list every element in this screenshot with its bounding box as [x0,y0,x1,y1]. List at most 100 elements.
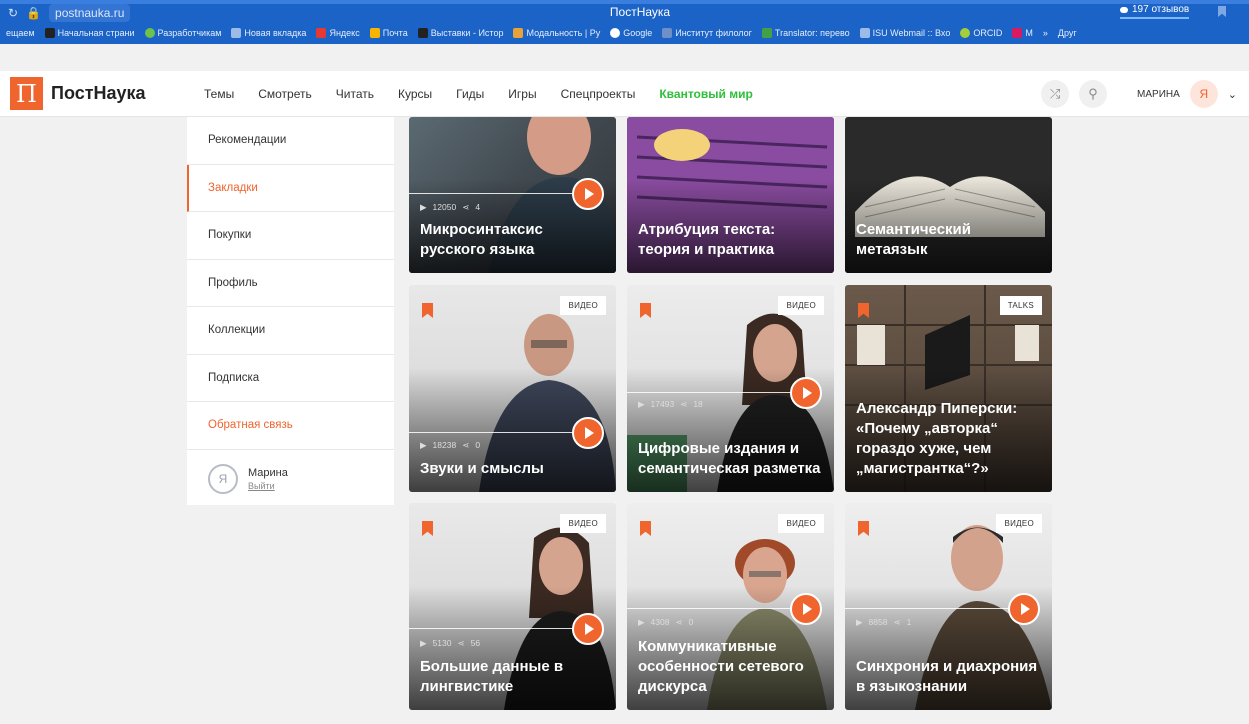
menu-item-purchases[interactable]: Покупки [187,212,394,260]
card-title: Большие данные в лингвистике [420,658,564,695]
bookmark-item[interactable]: Выставки - Истор [417,28,503,38]
window-title: ПостНаука [609,5,671,19]
card-synchrony[interactable]: ВИДЕО ▶ 8858 ⋖ 1 Синхрония и диахрония в… [845,503,1052,710]
lock-icon: 🔒 [26,6,42,20]
card-stats: ▶ 17493 ⋖ 18 [638,399,703,410]
bookmark-item[interactable]: Почта [369,28,408,38]
menu-item-recommendations[interactable]: Рекомендации [187,117,394,165]
browser-titlebar: ↻ 🔒 postnauka.ru ПостНаука 197 отзывов е… [0,0,1249,44]
nav-item-specprojects[interactable]: Спецпроекты [561,87,636,101]
bookmark-item[interactable]: M [1012,28,1033,38]
view-count: 8858 [868,617,888,627]
reviews-button[interactable]: 197 отзывов [1120,4,1190,19]
bookmark-item[interactable]: Новая вкладка [231,28,306,38]
nav-item-courses[interactable]: Курсы [398,87,432,101]
menu-item-subscription[interactable]: Подписка [187,355,394,402]
nav-item-games[interactable]: Игры [508,87,536,101]
share-count: 1 [906,617,912,627]
format-badge: ВИДЕО [996,514,1042,533]
play-button[interactable] [790,593,822,625]
address-bar[interactable]: ↻ 🔒 postnauka.ru [8,2,131,24]
progress-line [409,193,588,194]
card-sounds-meanings[interactable]: ВИДЕО ▶ 18238 ⋖ 0 Звуки и смыслы [409,285,616,492]
google-icon [610,28,621,38]
nav-item-quantum[interactable]: Квантовый мир [659,87,752,101]
play-button[interactable] [790,377,822,409]
progress-line [627,608,806,609]
view-count: 18238 [432,440,457,450]
chevron-down-icon[interactable]: ⌄ [1228,88,1237,101]
card-attribution[interactable]: Атрибуция текста: теория и практика [627,117,834,273]
bookmark-page-icon[interactable] [1218,6,1226,17]
share-count: 18 [693,399,703,409]
header-user-name[interactable]: МАРИНА [1137,89,1180,100]
card-big-data[interactable]: ВИДЕО ▶ 5130 ⋖ 56 Большие данные в лингв… [409,503,616,710]
reviews-label: 197 отзывов [1132,4,1190,15]
share-count: 4 [475,202,481,212]
nav-item-watch[interactable]: Смотреть [258,87,312,101]
yandex-icon [316,28,327,38]
progress-line [845,608,1024,609]
card-digital-editions[interactable]: ВИДЕО ▶ 17493 ⋖ 18 Цифровые издания и се… [627,285,834,492]
main-nav: Темы Смотреть Читать Курсы Гиды Игры Спе… [204,71,753,117]
format-badge: ВИДЕО [560,296,606,315]
card-stats: ▶ 18238 ⋖ 0 [420,440,480,451]
bookmark-item[interactable]: Начальная страни [44,28,135,38]
card-stats: ▶ 5130 ⋖ 56 [420,638,480,649]
card-stats: ▶ 12050 ⋖ 4 [420,202,480,213]
share-count: 56 [470,638,481,648]
m-site-icon [44,28,55,38]
format-badge: ВИДЕО [778,296,824,315]
view-count: 17493 [650,399,675,409]
card-title: Цифровые издания и семантическая разметк… [638,440,821,477]
mail-icon [369,28,380,38]
bookmarks-bar: ещаем Начальная страни Разработчикам Нов… [0,22,1249,44]
shuffle-icon[interactable]: ⤮ [1041,80,1070,108]
bookmark-item[interactable]: ISU Webmail :: Вхо [859,28,950,38]
card-piperski-talk[interactable]: TALKS Александр Пиперски: «Почему „автор… [845,285,1052,492]
play-button[interactable] [1008,593,1040,625]
play-button[interactable] [572,613,604,645]
bookmark-item[interactable]: Модальность | Ру [513,28,600,38]
play-count-icon: ▶ [420,202,427,212]
menu-user-name: Марина [248,466,288,479]
play-count-icon: ▶ [856,617,863,627]
card-network-discourse[interactable]: ВИДЕО ▶ 4308 ⋖ 0 Коммуникативные особенн… [627,503,834,710]
play-button[interactable] [572,178,604,210]
format-badge: TALKS [999,296,1042,315]
a-icon [1012,28,1023,38]
logout-link[interactable]: Выйти [248,481,288,491]
bookmark-item[interactable]: ORCID [960,28,1002,38]
bookmark-item[interactable]: ещаем [6,28,35,38]
card-title: Атрибуция текста: теория и практика [638,221,776,258]
bookmark-item[interactable]: Институт филолог [662,28,752,38]
card-title: Микросинтаксис русского языка [420,221,543,258]
bookmark-item[interactable]: Google [610,28,652,38]
menu-item-bookmarks[interactable]: Закладки [187,164,394,212]
bookmark-item[interactable]: Разработчикам [144,28,221,38]
menu-user-block: Я Марина Выйти [187,450,394,494]
progress-line [409,628,588,629]
avatar[interactable]: Я [1189,80,1218,108]
card-metalanguage[interactable]: Семантический метаязык [845,117,1052,273]
view-count: 12050 [432,202,457,212]
nav-item-read[interactable]: Читать [336,87,374,101]
bookmark-item[interactable]: Яндекс [316,28,360,38]
menu-item-collections[interactable]: Коллекции [187,307,394,355]
share-icon: ⋖ [462,440,470,450]
nav-item-topics[interactable]: Темы [204,87,234,101]
bookmark-item[interactable]: Translator: перево [761,28,850,38]
user-avatar-icon[interactable]: Я [208,463,238,494]
menu-item-profile[interactable]: Профиль [187,260,394,307]
share-icon: ⋖ [680,399,688,409]
site-logo[interactable]: П ПостНаука [10,77,146,110]
menu-item-feedback[interactable]: Обратная связь [187,402,394,450]
url-text[interactable]: postnauka.ru [49,4,131,22]
reload-icon[interactable]: ↻ [8,6,18,20]
bookmarks-overflow[interactable]: » [1043,28,1048,38]
play-button[interactable] [572,417,604,449]
card-microsyntax[interactable]: ▶ 12050 ⋖ 4 Микросинтаксис русского язык… [409,117,616,273]
bookmark-folder[interactable]: Друг [1058,28,1077,38]
search-icon[interactable]: ⚲ [1079,80,1108,108]
nav-item-guides[interactable]: Гиды [456,87,484,101]
